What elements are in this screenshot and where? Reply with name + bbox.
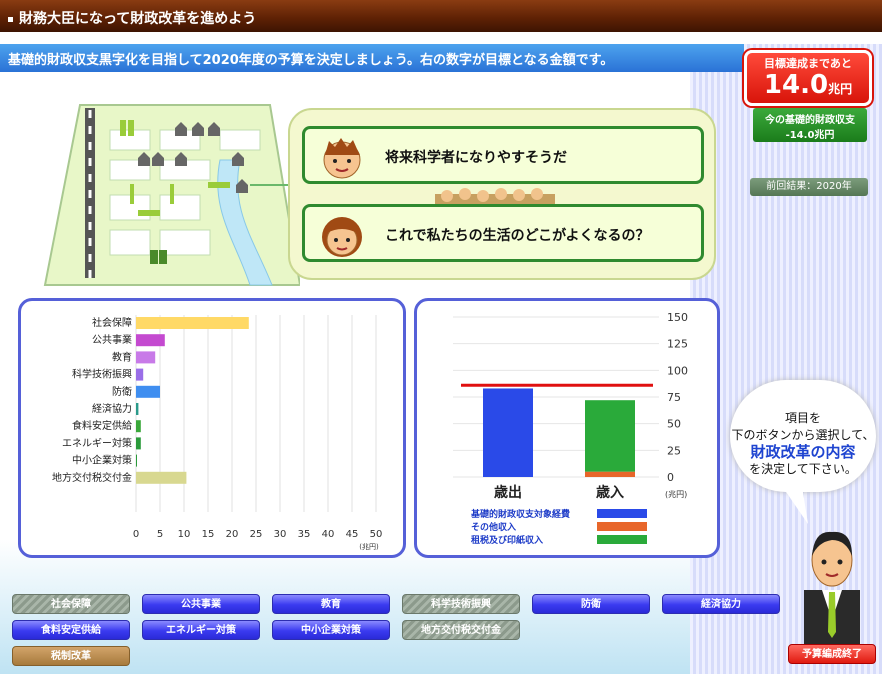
bar-category-label: 歳出 <box>494 484 522 501</box>
y-tick-label: 150 <box>667 311 688 324</box>
legend-label: 基礎的財政収支対象経費 <box>470 508 570 520</box>
expenditure-bar <box>136 454 137 467</box>
policy-button[interactable]: 食料安定供給 <box>12 620 130 640</box>
policy-button[interactable]: 科学技術振興 <box>402 594 520 614</box>
prev-result-button[interactable]: 前回結果：2020年 <box>750 178 868 196</box>
y-tick-label: 125 <box>667 338 688 351</box>
category-label: 経済協力 <box>92 402 132 415</box>
page-title: 財務大臣になって財政改革を進めよう <box>19 11 257 27</box>
x-tick-label: 15 <box>202 529 215 540</box>
speech-text-1: 将来科学者になりやすそうだ <box>385 150 567 166</box>
callout-line-1: 項目を <box>784 411 821 425</box>
policy-button[interactable]: エネルギー対策 <box>142 620 260 640</box>
category-label: 地方交付税交付金 <box>52 471 132 484</box>
expenditure-chart: 0 5 10 15 20 25 30 35 40 45 50 (兆円) 社会保障公共事業教育科学技術振興… <box>52 315 383 551</box>
expenditure-bar <box>136 420 141 433</box>
x-tick-label: 10 <box>178 529 191 540</box>
category-label: エネルギー対策 <box>62 436 132 449</box>
goal-value: 14.0 <box>763 70 829 100</box>
category-label: 防衛 <box>112 385 132 398</box>
category-label: 教育 <box>112 350 132 363</box>
y-tick-label: 100 <box>667 364 688 377</box>
policy-button[interactable]: 防衛 <box>532 594 650 614</box>
legend-swatch <box>597 509 647 518</box>
category-label: 社会保障 <box>92 316 132 329</box>
expenditure-bar <box>136 437 141 450</box>
policy-button[interactable]: 経済協力 <box>662 594 780 614</box>
y-tick-label: 75 <box>667 391 681 404</box>
y-tick-label: 25 <box>667 444 681 457</box>
x-tick-label: 50 <box>370 529 383 540</box>
x-unit-label: (兆円) <box>359 542 379 551</box>
bar-category-label: 歳入 <box>596 484 624 501</box>
category-label: 科学技術振興 <box>72 368 132 381</box>
balance-box: 今の基礎的財政収支 -14.0兆円 <box>753 108 867 142</box>
goal-unit: 兆円 <box>828 82 853 96</box>
legend-swatch <box>597 522 647 531</box>
policy-button[interactable]: 教育 <box>272 594 390 614</box>
policy-button[interactable]: 公共事業 <box>142 594 260 614</box>
expenditure-chart-panel: 0 5 10 15 20 25 30 35 40 45 50 (兆円) 社会保障公共事業教育科学技術振興… <box>18 298 406 558</box>
y-tick-label: 0 <box>667 471 674 484</box>
minister-avatar <box>804 531 860 654</box>
title-bullet-icon <box>8 16 13 22</box>
woman-face-icon <box>322 217 362 257</box>
legend-label: その他収入 <box>471 521 516 533</box>
x-tick-label: 5 <box>157 529 163 540</box>
crowd-icon <box>435 188 555 206</box>
expenditure-bar <box>136 317 249 329</box>
policy-button[interactable]: 中小企業対策 <box>272 620 390 640</box>
instruction-bar: 基礎的財政収支黒字化を目指して2020年度の予算を決定しましょう。右の数字が目標… <box>0 44 744 72</box>
finish-budget-button[interactable]: 予算編成終了 <box>788 644 876 664</box>
expenditure-bar <box>136 385 160 398</box>
expenditure-bar <box>136 368 144 381</box>
stacked-bar-segment <box>585 400 635 472</box>
speech-bubble-question: これで私たちの生活のどこがよくなるの？ <box>302 204 704 262</box>
policy-button[interactable]: 社会保障 <box>12 594 130 614</box>
x-tick-label: 30 <box>274 529 287 540</box>
expenditure-bar <box>136 334 165 347</box>
x-tick-label: 25 <box>250 529 263 540</box>
goal-label: 目標達成まであと <box>764 57 852 70</box>
y-tick-label: 50 <box>667 418 681 431</box>
x-tick-label: 20 <box>226 529 239 540</box>
goal-box: 目標達成まであと 14.0兆円 <box>744 50 872 106</box>
legend-label: 租税及び印紙収入 <box>471 534 543 546</box>
x-tick-label: 45 <box>346 529 359 540</box>
callout-line-2: 下のボタンから選択して、 <box>731 428 875 442</box>
x-tick-label: 35 <box>298 529 311 540</box>
budget-balance-chart: 0 25 50 75 100 125 150 (兆円) 歳出 歳入基礎的財政収支対象経費その他収入… <box>453 311 688 546</box>
callout-line-4: を決定して下さい。 <box>749 462 857 476</box>
speech-bubble-scientist: 将来科学者になりやすそうだ <box>302 126 704 184</box>
speech-text-2: これで私たちの生活のどこがよくなるの？ <box>385 228 650 244</box>
legend-swatch <box>597 535 647 544</box>
balance-value: -14.0兆円 <box>785 130 835 141</box>
expenditure-bar <box>136 403 139 415</box>
category-label: 公共事業 <box>92 333 132 346</box>
policy-button[interactable]: 地方交付税交付金 <box>402 620 520 640</box>
category-label: 中小企業対策 <box>72 454 132 467</box>
stacked-bar-segment <box>585 471 635 477</box>
y-unit-label: (兆円) <box>665 489 687 499</box>
x-tick-label: 40 <box>322 529 335 540</box>
balance-label: 今の基礎的財政収支 <box>765 115 855 126</box>
expenditure-bar <box>136 471 187 484</box>
city-map-illustration <box>43 104 300 286</box>
budget-balance-panel: 0 25 50 75 100 125 150 (兆円) 歳出 歳入基礎的財政収支対象経費 その他収入… <box>414 298 720 558</box>
expenditure-bar <box>136 351 156 364</box>
instruction-callout: 項目を 下のボタンから選択して、 財政改革の内容 を決定して下さい。 <box>730 380 876 492</box>
stacked-bar-segment <box>483 388 533 477</box>
boy-face-icon <box>323 138 361 179</box>
callout-line-3: 財政改革の内容 <box>750 443 856 461</box>
x-tick-label: 0 <box>133 529 139 540</box>
policy-button[interactable]: 税制改革 <box>12 646 130 666</box>
category-label: 食料安定供給 <box>72 419 132 432</box>
goal-value-line: 14.0兆円 <box>747 71 869 103</box>
title-bar: 財務大臣になって財政改革を進めよう <box>0 0 882 32</box>
